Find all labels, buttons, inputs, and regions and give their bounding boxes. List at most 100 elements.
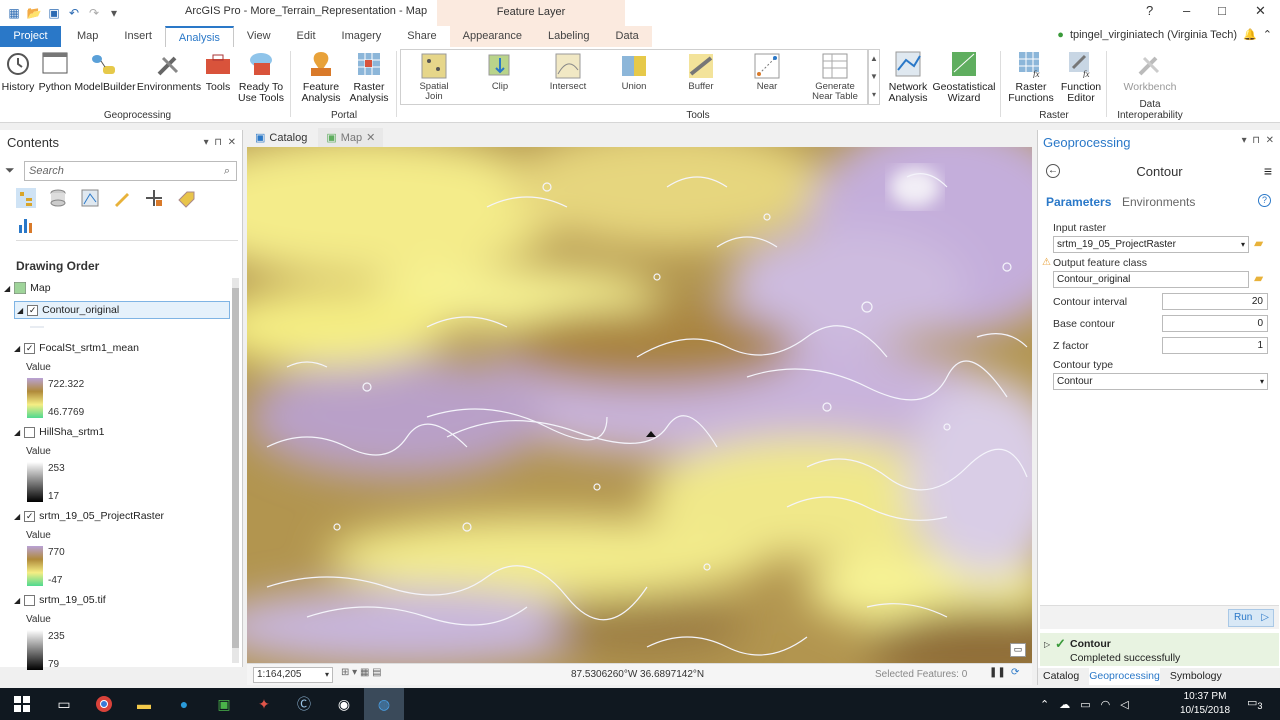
tab-appearance[interactable]: Appearance (449, 26, 535, 47)
layer-visibility-checkbox[interactable] (24, 594, 36, 606)
bottom-tab-geoprocessing[interactable]: Geoprocessing (1089, 668, 1160, 685)
file-explorer-icon[interactable]: ▬ (124, 688, 164, 720)
modelbuilder-button[interactable]: ModelBuilder (74, 49, 136, 93)
layer-visibility-checkbox[interactable] (24, 426, 36, 438)
bottom-tab-symbology[interactable]: Symbology (1170, 668, 1222, 685)
browse-folder-icon[interactable]: ▰ (1254, 271, 1263, 285)
wifi-icon[interactable]: ◠ (1101, 698, 1111, 711)
browse-folder-icon[interactable]: ▰ (1254, 236, 1263, 250)
taskbar-clock[interactable]: 10:37 PM 10/15/2018 (1180, 690, 1230, 718)
help-icon[interactable]: ? (1146, 3, 1153, 18)
pane-controls[interactable]: ▾ ⊓ ✕ (1242, 135, 1274, 146)
tab-imagery[interactable]: Imagery (329, 26, 395, 47)
list-by-charts-icon[interactable] (17, 215, 37, 235)
user-name[interactable]: tpingel_virginiatech (Virginia Tech) (1070, 29, 1237, 41)
redo-icon[interactable]: ↷ (86, 5, 102, 21)
pane-controls[interactable]: ▾ ⊓ ✕ (204, 137, 236, 148)
contents-scrollbar[interactable] (232, 278, 239, 663)
list-by-drawing-order-icon[interactable] (16, 188, 36, 208)
chrome-icon[interactable] (84, 688, 124, 720)
minimize-button[interactable]: – (1183, 3, 1190, 18)
layer-row-srtm-tif[interactable]: ◢ srtm_19_05.tif (14, 594, 106, 606)
menu-icon[interactable]: ≡ (1264, 163, 1272, 179)
output-feature-class-input[interactable]: Contour_original (1053, 271, 1249, 288)
tab-share[interactable]: Share (394, 26, 449, 47)
app-red-icon[interactable]: ✦ (244, 688, 284, 720)
refresh-icon[interactable]: ⟳ (1011, 667, 1019, 678)
skype-icon[interactable]: ● (164, 688, 204, 720)
workbench-button[interactable]: Workbench (1120, 49, 1180, 93)
tab-environments[interactable]: Environments (1122, 195, 1195, 209)
tab-map-view[interactable]: ▣ Map ✕ (318, 128, 384, 147)
ready-to-use-tools-button[interactable]: Ready To Use Tools (235, 49, 287, 104)
list-by-data-source-icon[interactable] (48, 188, 68, 208)
contour-interval-input[interactable]: 20 (1162, 293, 1268, 310)
z-factor-input[interactable]: 1 (1162, 337, 1268, 354)
layer-row-projectraster[interactable]: ◢ ✓ srtm_19_05_ProjectRaster (14, 510, 164, 522)
contour-type-dropdown[interactable]: Contour ▾ (1053, 373, 1268, 390)
show-hidden-icons[interactable]: ⌃ (1040, 698, 1049, 711)
scale-dropdown[interactable]: 1:164,205 ▾ (253, 667, 333, 683)
tab-data[interactable]: Data (602, 26, 652, 47)
python-button[interactable]: Python (38, 49, 72, 93)
expand-arrow-icon[interactable]: ◢ (14, 428, 20, 437)
tab-labeling[interactable]: Labeling (534, 26, 603, 47)
layer-visibility-checkbox[interactable]: ✓ (24, 510, 36, 522)
expand-arrow-icon[interactable]: ◢ (4, 284, 10, 293)
contents-search-input[interactable]: Search ⌕ (24, 161, 237, 181)
cloud-icon[interactable]: ☁ (1059, 698, 1070, 711)
maximize-button[interactable]: □ (1218, 3, 1226, 18)
list-by-selection-icon[interactable] (80, 188, 100, 208)
overview-toggle-icon[interactable]: ▭ (1010, 643, 1026, 657)
app-green-icon[interactable]: ▣ (204, 688, 244, 720)
run-button[interactable]: Run ▷ (1228, 609, 1274, 627)
app-c-icon[interactable]: Ⓒ (284, 688, 324, 720)
tab-project[interactable]: Project (0, 26, 61, 47)
map-node[interactable]: ◢ Map (4, 282, 51, 294)
layer-visibility-checkbox[interactable]: ✓ (24, 342, 36, 354)
list-by-snapping-icon[interactable] (144, 188, 164, 208)
environments-button[interactable]: Environments (137, 49, 201, 93)
list-by-editing-icon[interactable] (112, 188, 132, 208)
expand-arrow-icon[interactable]: ◢ (14, 344, 20, 353)
task-view-icon[interactable]: ▭ (44, 688, 84, 720)
tab-view[interactable]: View (234, 26, 284, 47)
app-circle-icon[interactable]: ◉ (324, 688, 364, 720)
base-contour-input[interactable]: 0 (1162, 315, 1268, 332)
undo-icon[interactable]: ↶ (66, 5, 82, 21)
customize-icon[interactable]: ▾ (106, 5, 122, 21)
tab-parameters[interactable]: Parameters (1046, 195, 1111, 209)
raster-functions-button[interactable]: fx Raster Functions (1006, 49, 1056, 104)
open-icon[interactable]: 📂 (26, 5, 42, 21)
list-by-labeling-icon[interactable] (176, 188, 196, 208)
pause-drawing-icon[interactable]: ❚❚ (989, 667, 1006, 678)
terrain-map[interactable] (247, 147, 1032, 663)
tab-edit[interactable]: Edit (284, 26, 329, 47)
layer-row-hillshade[interactable]: ◢ HillSha_srtm1 (14, 426, 105, 438)
expand-arrow-icon[interactable]: ▷ (1044, 640, 1050, 649)
action-center-icon[interactable]: ▭3 (1247, 696, 1263, 711)
history-button[interactable]: History (2, 49, 34, 93)
expand-arrow-icon[interactable]: ◢ (14, 512, 20, 521)
help-icon[interactable]: ? (1258, 194, 1271, 207)
expand-arrow-icon[interactable]: ◢ (17, 306, 23, 315)
new-project-icon[interactable]: ▦ (6, 5, 22, 21)
windows-start-icon[interactable] (0, 688, 44, 720)
search-icon[interactable]: ⌕ (224, 165, 230, 178)
notification-bell-icon[interactable]: 🔔 (1243, 28, 1257, 41)
tools-button[interactable]: Tools (203, 49, 233, 93)
result-message[interactable]: ▷ ✓ Contour Completed successfully (1040, 633, 1279, 666)
filter-icon[interactable]: ⏷ (5, 163, 15, 178)
save-icon[interactable]: ▣ (46, 5, 62, 21)
battery-icon[interactable]: ▭ (1080, 698, 1090, 711)
input-raster-dropdown[interactable]: srtm_19_05_ProjectRaster ▾ (1053, 236, 1249, 253)
ribbon-collapse-icon[interactable]: ⌃ (1263, 28, 1272, 41)
layer-row-focalst[interactable]: ◢ ✓ FocalSt_srtm1_mean (14, 342, 139, 354)
bottom-tab-catalog[interactable]: Catalog (1043, 668, 1079, 685)
layer-row-contour-original[interactable]: ◢ ✓ Contour_original (14, 301, 230, 319)
volume-icon[interactable]: ◁ (1120, 698, 1128, 711)
close-button[interactable]: ✕ (1255, 3, 1266, 19)
feature-analysis-button[interactable]: Feature Analysis (298, 49, 344, 104)
map-tools-icons[interactable]: ⊞ ▾ ▦ ▤ (341, 667, 382, 678)
tab-map[interactable]: Map (61, 26, 111, 47)
